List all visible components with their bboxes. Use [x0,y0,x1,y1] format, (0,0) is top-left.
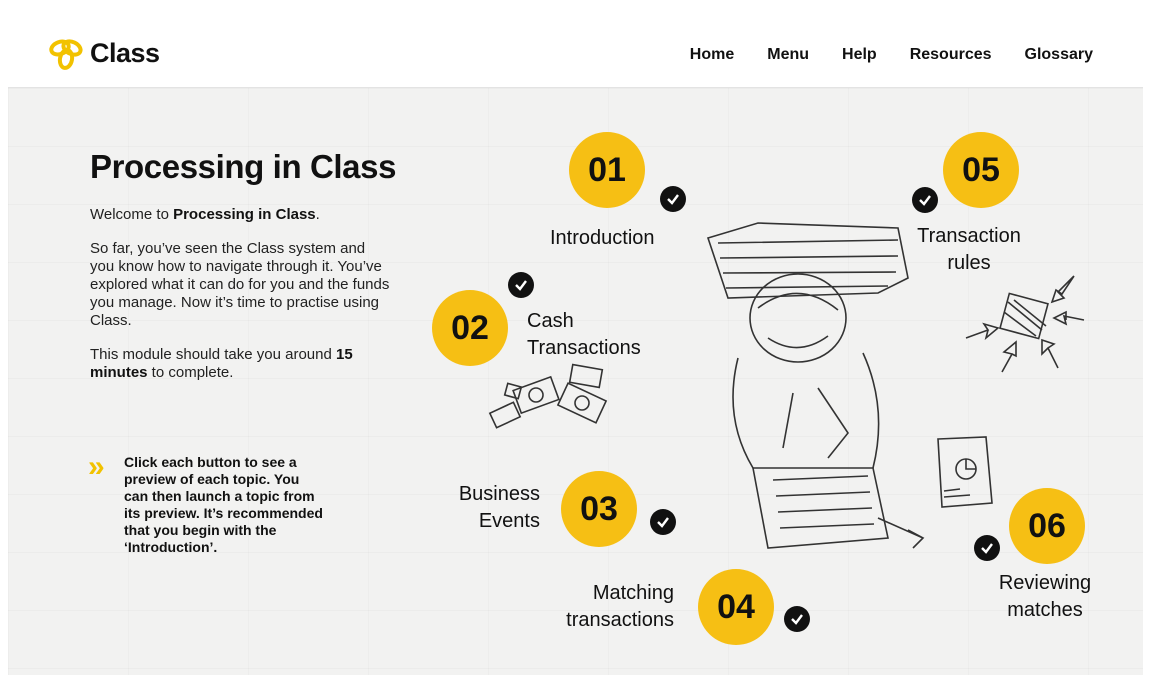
nav-resources[interactable]: Resources [910,46,992,64]
duration-text: This module should take you around 15 mi… [90,346,390,382]
money-sketch-illustration [488,363,608,429]
topic-03-label[interactable]: Business Events [443,481,540,535]
topic-03-line1: Business [458,483,540,505]
topic-03-button[interactable]: 03 [561,471,637,547]
topic-06-label[interactable]: Reviewing matches [987,570,1103,624]
nav-home[interactable]: Home [690,46,734,64]
checkmark-icon [660,186,686,212]
nav-glossary[interactable]: Glossary [1025,46,1093,64]
tip-text: Click each button to see a preview of ea… [124,454,323,555]
checkmark-icon [650,509,676,535]
duration-prefix: This module should take you around [90,346,336,363]
topic-05-line1: Transaction [917,225,1021,247]
topic-05-button[interactable]: 05 [943,132,1019,208]
topic-01-line1: Introduction [550,227,655,249]
intro-paragraph: So far, you’ve seen the Class system and… [90,240,390,329]
welcome-prefix: Welcome to [90,206,174,223]
welcome-suffix: . [315,206,320,223]
topic-05-label[interactable]: Transaction rules [914,223,1024,277]
duration-suffix: to complete. [147,364,234,381]
checkmark-icon [974,535,1000,561]
topic-06-button[interactable]: 06 [1009,488,1085,564]
topic-03-line2: Events [478,510,540,532]
topic-04-label[interactable]: Matching transactions [528,580,674,634]
nav-help[interactable]: Help [842,46,877,64]
topic-01-label[interactable]: Introduction [550,225,655,252]
logo-text: Class [90,37,160,68]
header: Class Home Menu Help Resources Glossary [8,8,1143,88]
intro-panel: Processing in Class Welcome to Processin… [90,148,397,382]
page-title: Processing in Class [90,148,397,185]
topic-02-line2: Transactions [527,337,641,359]
topic-04-line1: Matching [592,582,674,604]
welcome-bold: Processing in Class [173,206,316,223]
nav-menu[interactable]: Menu [767,46,809,64]
main-nav: Home Menu Help Resources Glossary [657,46,1093,64]
topic-05-line2: rules [947,252,991,274]
topic-04-button[interactable]: 04 [698,569,774,645]
topic-06-line1: Reviewing [998,572,1092,594]
instruction-tip: » Click each button to see a preview of … [88,450,348,556]
main-content: Processing in Class Welcome to Processin… [8,88,1143,675]
person-sketch-illustration [706,222,925,549]
class-logo[interactable]: Class [46,36,160,70]
topic-06-line2: matches [1007,599,1083,621]
checkmark-icon [784,606,810,632]
topic-02-line1: Cash [527,310,574,332]
checkmark-icon [912,187,938,213]
report-sketch-illustration [937,436,993,508]
topic-02-label[interactable]: Cash Transactions [527,308,641,362]
class-logo-icon [49,39,83,70]
topic-01-button[interactable]: 01 [569,132,645,208]
checkmark-icon [508,272,534,298]
welcome-text: Welcome to Processing in Class. [90,206,390,224]
topic-04-line2: transactions [566,609,674,631]
network-sketch-illustration [965,275,1085,373]
topic-02-button[interactable]: 02 [432,290,508,366]
double-chevron-icon: » [88,450,105,483]
